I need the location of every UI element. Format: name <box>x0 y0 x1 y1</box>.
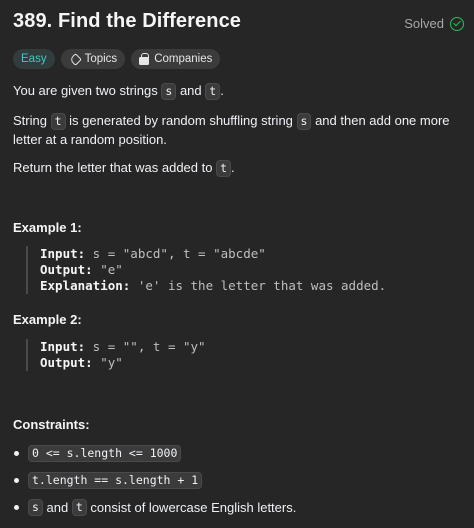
explanation-value: 'e' is the letter that was added. <box>130 278 387 293</box>
example-2-output: Output: "y" <box>40 355 206 371</box>
description-paragraph-2: String t is generated by random shufflin… <box>13 111 462 149</box>
output-label: Output: <box>40 262 93 277</box>
output-label: Output: <box>40 355 93 370</box>
input-label: Input: <box>40 246 86 261</box>
description-paragraph-3: Return the letter that was added to t. <box>13 158 462 177</box>
input-label: Input: <box>40 339 86 354</box>
example-2-input: Input: s = "", t = "y" <box>40 339 206 355</box>
input-value: s = "abcd", t = "abcde" <box>85 246 266 261</box>
constraint-item: 0 <= s.length <= 1000 <box>13 440 296 467</box>
text: and <box>176 83 206 98</box>
title-row: 389. Find the Difference Solved <box>13 10 464 38</box>
output-value: "y" <box>92 355 123 370</box>
example-1-explanation: Explanation: 'e' is the letter that was … <box>40 278 386 294</box>
solved-label: Solved <box>404 16 444 31</box>
companies-label: Companies <box>154 53 213 65</box>
check-circle-icon <box>450 16 464 31</box>
example-1-input: Input: s = "abcd", t = "abcde" <box>40 246 386 262</box>
inline-code-t: t <box>71 499 87 516</box>
inline-code-s: s <box>28 499 43 516</box>
inline-code-s: s <box>296 113 312 130</box>
topics-label: Topics <box>84 53 118 65</box>
text: and <box>42 500 72 515</box>
text: is generated by random shuffling string <box>65 113 297 128</box>
tag-row: Easy Topics Companies <box>13 49 221 69</box>
text: . <box>220 83 224 98</box>
text: You are given two strings <box>13 83 162 98</box>
example-2-block: Input: s = "", t = "y" Output: "y" <box>26 339 206 371</box>
explanation-label: Explanation: <box>40 278 131 293</box>
text: consist of lowercase English letters. <box>86 500 297 515</box>
text: . <box>231 160 235 175</box>
lock-icon <box>139 53 150 65</box>
text: Return the letter that was added to <box>13 160 217 175</box>
example-1-block: Input: s = "abcd", t = "abcde" Output: "… <box>26 246 386 294</box>
example-1-output: Output: "e" <box>40 262 386 278</box>
example-2-heading: Example 2: <box>13 312 82 327</box>
problem-description-panel: 389. Find the Difference Solved Easy Top… <box>0 0 474 528</box>
constraint-code: 0 <= s.length <= 1000 <box>28 445 182 462</box>
output-value: "e" <box>92 262 123 277</box>
inline-code-s: s <box>161 83 177 100</box>
tag-icon <box>68 52 82 66</box>
constraint-item: s and t consist of lowercase English let… <box>13 494 296 521</box>
text: String <box>13 113 51 128</box>
constraints-heading: Constraints: <box>13 417 90 432</box>
problem-title: 389. Find the Difference <box>13 10 242 32</box>
constraint-item: t.length == s.length + 1 <box>13 467 296 494</box>
topics-button[interactable]: Topics <box>60 49 126 69</box>
inline-code-t: t <box>50 113 66 130</box>
constraint-code: t.length == s.length + 1 <box>28 472 203 489</box>
input-value: s = "", t = "y" <box>85 339 206 354</box>
difficulty-badge: Easy <box>13 49 55 69</box>
example-1-heading: Example 1: <box>13 220 82 235</box>
solved-status: Solved <box>404 16 464 31</box>
description-paragraph-1: You are given two strings s and t. <box>13 81 462 100</box>
inline-code-t: t <box>205 83 221 100</box>
companies-button[interactable]: Companies <box>131 49 221 69</box>
constraints-list: 0 <= s.length <= 1000 t.length == s.leng… <box>13 440 296 521</box>
inline-code-t: t <box>216 160 232 177</box>
